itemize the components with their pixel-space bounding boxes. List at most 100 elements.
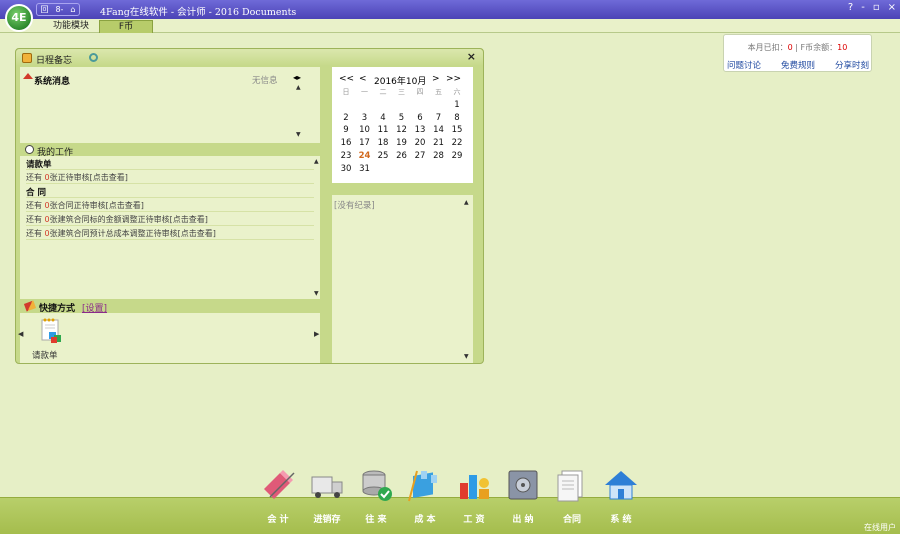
dock-module-4[interactable]: 成 本 — [400, 467, 450, 527]
calendar-day[interactable]: 18 — [374, 138, 392, 148]
work-item-prefix: 还有 — [26, 173, 45, 182]
dock-module-2[interactable]: 进销存 — [302, 467, 352, 527]
balance-label: F币余额： — [800, 43, 838, 52]
dock-module-label: 成 本 — [414, 515, 436, 525]
calendar-day[interactable]: 10 — [356, 125, 374, 135]
share-moments-link[interactable]: 分享时刻 — [835, 59, 869, 71]
work-item-row[interactable]: 还有 0张合同正待审核[点击查看] — [26, 200, 314, 212]
scroll-right-icon[interactable]: ▶ — [314, 330, 319, 338]
calendar-day[interactable]: 26 — [393, 151, 411, 161]
coin-summary: 本月已扣：0 | F币余额：10 — [724, 42, 871, 53]
transactions-icon — [362, 470, 392, 501]
next-year-button[interactable]: >> — [446, 74, 461, 84]
calendar-day[interactable]: 3 — [356, 113, 374, 123]
work-item-prefix: 还有 — [26, 201, 45, 210]
calendar-day[interactable]: 12 — [393, 125, 411, 135]
calendar-day[interactable]: 4 — [374, 113, 392, 123]
cost-icon — [408, 470, 437, 502]
cashier-safe-icon — [508, 470, 538, 500]
calendar-day[interactable]: 29 — [448, 151, 466, 161]
calendar-day[interactable]: 23 — [337, 151, 355, 161]
help-button[interactable]: ? — [848, 2, 853, 13]
next-month-button[interactable]: > — [432, 74, 440, 84]
calendar-day[interactable]: 11 — [374, 125, 392, 135]
message-nav-arrows-icon[interactable]: ◂▸ — [293, 73, 301, 82]
records-box: [没有纪录] ▲ ▼ — [332, 195, 473, 363]
calendar-day[interactable]: 2 — [337, 113, 355, 123]
quick-access-user-icon[interactable]: 8- — [55, 5, 63, 14]
scroll-left-icon[interactable]: ◀ — [18, 330, 23, 338]
calendar-day[interactable]: 1 — [448, 100, 466, 110]
prev-month-button[interactable]: < — [359, 74, 367, 84]
calendar-day[interactable]: 21 — [430, 138, 448, 148]
calendar-day[interactable]: 9 — [337, 125, 355, 135]
refresh-icon[interactable] — [89, 53, 98, 62]
quick-access-monitor-icon[interactable]: ⌂ — [70, 5, 75, 14]
scroll-up-icon[interactable]: ▲ — [296, 84, 301, 91]
info-divider: | — [795, 43, 798, 52]
dock-module-7[interactable]: 合同 — [547, 467, 597, 527]
dock-module-label: 合同 — [562, 515, 581, 525]
calendar-day[interactable]: 14 — [430, 125, 448, 135]
calendar-day[interactable]: 30 — [337, 164, 355, 174]
dock-module-8[interactable]: 系 统 — [596, 467, 646, 527]
scroll-up-icon[interactable]: ▲ — [314, 158, 319, 165]
maximize-button[interactable]: ▫ — [873, 2, 880, 13]
calendar-day[interactable]: 7 — [430, 113, 448, 123]
calendar-day[interactable]: 31 — [356, 164, 374, 174]
calendar-month-label: 2016年10月 — [374, 77, 427, 87]
calendar-day[interactable]: 5 — [393, 113, 411, 123]
calendar-day[interactable]: 17 — [356, 138, 374, 148]
scroll-down-icon[interactable]: ▼ — [314, 290, 319, 297]
contract-icon — [557, 470, 583, 502]
calendar-day[interactable]: 25 — [374, 151, 392, 161]
free-rules-link[interactable]: 免费规则 — [781, 59, 815, 71]
dock-module-6[interactable]: 出 纳 — [498, 467, 548, 527]
calendar-day[interactable]: 8 — [448, 113, 466, 123]
calendar-day[interactable]: 6 — [411, 113, 429, 123]
inventory-truck-icon — [311, 476, 343, 498]
work-item-row[interactable]: 还有 0张正待审核[点击查看] — [26, 172, 314, 184]
weekday-label: 四 — [416, 88, 424, 96]
calendar-day[interactable]: 27 — [411, 151, 429, 161]
calendar-day[interactable]: 19 — [393, 138, 411, 148]
weekday-label: 一 — [361, 88, 368, 96]
online-users-label[interactable]: 在线用户 — [864, 522, 896, 533]
prev-year-button[interactable]: << — [339, 74, 354, 84]
salary-icon — [460, 475, 489, 499]
discussion-link[interactable]: 问题讨论 — [727, 59, 761, 71]
dock-module-3[interactable]: 往 来 — [351, 467, 401, 527]
calendar-day[interactable]: 15 — [448, 125, 466, 135]
dock-module-label: 会 计 — [267, 515, 289, 525]
balance-value: 10 — [837, 43, 848, 52]
scroll-up-icon[interactable]: ▲ — [464, 199, 469, 206]
work-item-row[interactable]: 还有 0张建筑合同预计总成本调整正待审核[点击查看] — [26, 228, 314, 240]
quick-access-home-icon[interactable]: 回 — [40, 4, 48, 15]
close-window-button[interactable]: × — [888, 2, 896, 13]
system-messages-box: 系统消息 无信息 ◂▸ ▲ ▼ — [20, 67, 320, 143]
shortcuts-header: 快捷方式 [设置] — [20, 300, 320, 314]
panel-close-button[interactable]: × — [467, 50, 476, 63]
tab-function-modules[interactable]: 功能模块 — [44, 20, 98, 33]
work-item-prefix: 还有 — [26, 229, 45, 238]
calendar-day[interactable]: 22 — [448, 138, 466, 148]
work-item-row[interactable]: 还有 0张建筑合同标的金额调整正待审核[点击查看] — [26, 214, 314, 226]
calendar-day[interactable]: 28 — [430, 151, 448, 161]
calendar-day-today[interactable]: 24 — [356, 151, 374, 161]
work-item-text: 张正待审核[点击查看] — [49, 173, 128, 182]
dock-module-5[interactable]: 工 资 — [449, 467, 499, 527]
title-bar: 4E 回 8- ⌂ 4Fang在线软件 - 会计师 - 2016 Documen… — [0, 0, 900, 32]
minimize-button[interactable]: - — [861, 2, 865, 13]
app-logo-icon[interactable]: 4E — [5, 4, 33, 32]
home-icon — [23, 73, 33, 79]
work-category-heading: 请款单 — [26, 158, 314, 170]
tab-f-coin[interactable]: F币 — [99, 20, 153, 33]
dock-module-label: 往 来 — [365, 515, 387, 525]
weekday-label: 二 — [379, 88, 387, 96]
dock-module-1[interactable]: 会 计 — [253, 467, 303, 527]
calendar-day[interactable]: 13 — [411, 125, 429, 135]
calendar-day[interactable]: 16 — [337, 138, 355, 148]
scroll-down-icon[interactable]: ▼ — [296, 131, 301, 138]
calendar-day[interactable]: 20 — [411, 138, 429, 148]
scroll-down-icon[interactable]: ▼ — [464, 353, 469, 360]
